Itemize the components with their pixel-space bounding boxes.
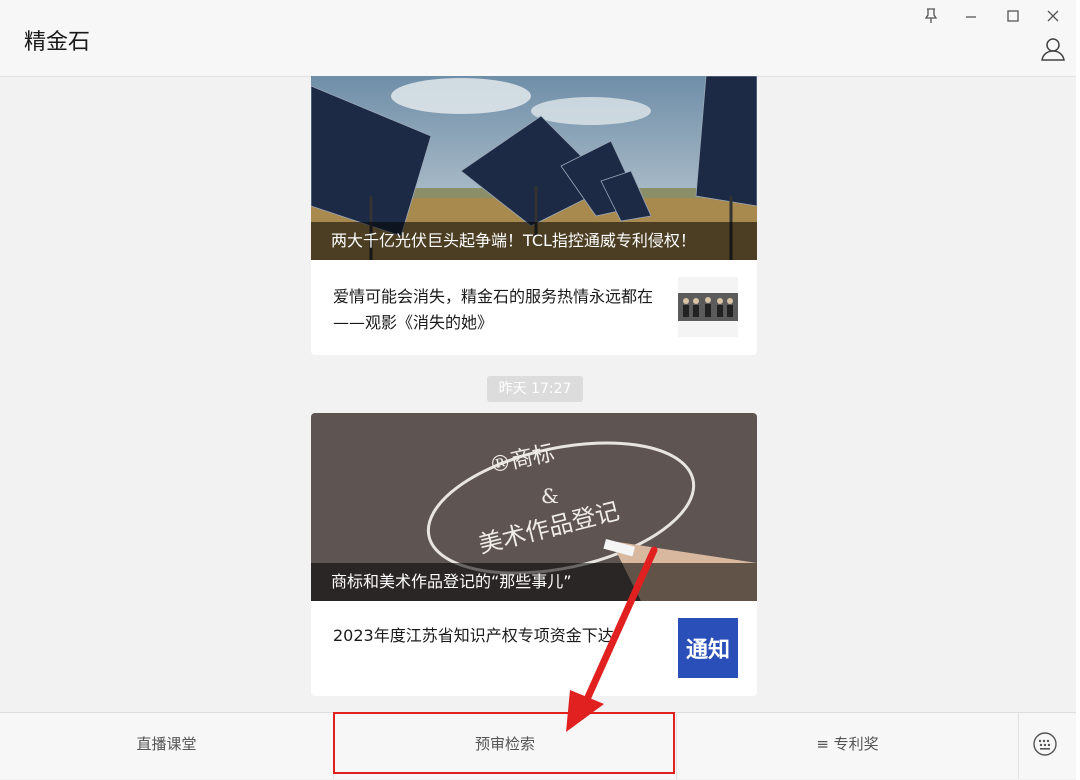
divider xyxy=(1018,713,1019,779)
list-item-title: 2023年度江苏省知识产权专项资金下达 xyxy=(333,626,614,645)
article-card[interactable]: 两大千亿光伏巨头起争端！TCL指控通威专利侵权！ 爱情可能会消失，精金石的服务热… xyxy=(311,76,757,355)
timestamp-label: 昨天 17:27 xyxy=(487,376,583,402)
menu-live-class[interactable]: 直播课堂 xyxy=(0,713,333,779)
thumbnail-text: 通知 xyxy=(685,638,730,663)
list-item[interactable]: 2023年度江苏省知识产权专项资金下达 通知 xyxy=(311,601,757,696)
notice-thumbnail: 通知 xyxy=(678,618,738,678)
keyboard-icon[interactable] xyxy=(1032,731,1058,757)
article-hero[interactable]: ®商标 & 美术作品登记 商标和美术作品登记的“那些事儿” xyxy=(311,413,757,601)
window-edge xyxy=(1076,0,1080,780)
close-icon[interactable] xyxy=(1040,4,1066,28)
maximize-icon[interactable] xyxy=(1000,4,1026,28)
title-bar: 精金石 xyxy=(0,0,1076,77)
minimize-icon[interactable] xyxy=(958,4,984,28)
hero-caption: 两大千亿光伏巨头起争端！TCL指控通威专利侵权！ xyxy=(311,222,757,260)
app-title: 精金石 xyxy=(24,30,91,55)
hero-caption: 商标和美术作品登记的“那些事儿” xyxy=(311,563,757,601)
person-icon[interactable] xyxy=(1040,36,1066,62)
list-item[interactable]: 爱情可能会消失，精金石的服务热情永远都在——观影《消失的她》 xyxy=(311,260,757,354)
article-card[interactable]: ®商标 & 美术作品登记 商标和美术作品登记的“那些事儿” 2023年度江苏省知… xyxy=(311,413,757,696)
hero-image-text: & xyxy=(541,484,559,508)
list-item-title: 爱情可能会消失，精金石的服务热情永远都在——观影《消失的她》 xyxy=(333,287,654,332)
pin-icon[interactable] xyxy=(918,4,944,28)
annotation-highlight-box xyxy=(333,712,675,774)
menu-patent-award[interactable]: ≡ 专利奖 xyxy=(677,713,1018,779)
thumbnail-image xyxy=(678,277,738,337)
article-hero[interactable]: 两大千亿光伏巨头起争端！TCL指控通威专利侵权！ xyxy=(311,76,757,260)
